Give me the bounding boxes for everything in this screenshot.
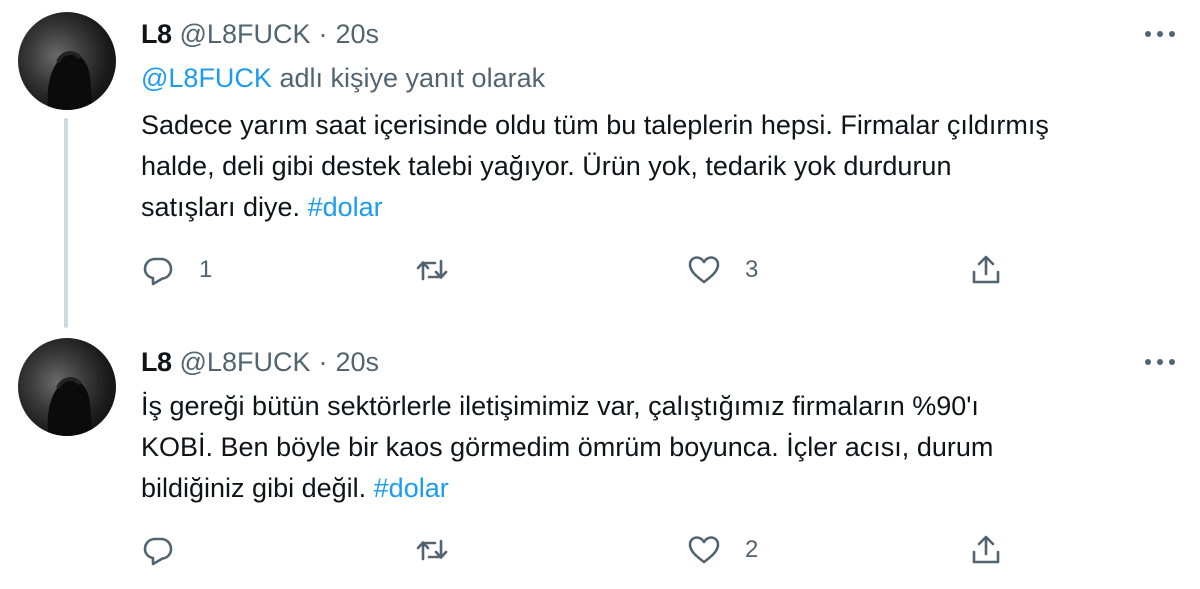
more-icon[interactable]: [1140, 22, 1180, 46]
avatar-image: [47, 51, 94, 110]
reply-icon: [143, 537, 173, 566]
share-icon: [972, 255, 1000, 284]
tweet-text: İş gereği bütün sektörlerle iletişimimiz…: [141, 386, 1180, 509]
timestamp[interactable]: 20s: [335, 342, 379, 382]
user-handle[interactable]: @L8FUCK: [180, 342, 311, 382]
reply-to-label: adlı kişiye yanıt olarak: [279, 63, 546, 93]
share-button[interactable]: [969, 250, 1003, 290]
tweet-text-line-text: bildiğiniz gibi değil.: [141, 473, 367, 503]
tweet-content: L8 @L8FUCK · 20s @L8FUCK adlı kişiye yan…: [141, 14, 1180, 228]
tweet-text-line-text: satışları diye.: [141, 192, 301, 222]
display-name[interactable]: L8: [141, 14, 172, 54]
reply-icon: [143, 257, 173, 286]
tweet-text-line: halde, deli gibi destek talebi yağıyor. …: [141, 151, 952, 181]
like-count: 3: [745, 256, 759, 283]
thread-connector-line: [64, 118, 68, 328]
retweet-icon: [416, 259, 448, 281]
avatar[interactable]: [18, 12, 116, 110]
hashtag-link[interactable]: #dolar: [374, 473, 449, 503]
heart-icon: [688, 256, 720, 284]
replying-to-line: @L8FUCK adlı kişiye yanıt olarak: [141, 58, 1180, 98]
tweet-header: L8 @L8FUCK · 20s: [141, 342, 1180, 382]
reply-button[interactable]: 1: [141, 250, 212, 290]
tweet[interactable]: L8 @L8FUCK · 20s @L8FUCK adlı kişiye yan…: [0, 0, 1200, 330]
retweet-button[interactable]: [415, 250, 473, 290]
tweet-content: L8 @L8FUCK · 20s İş gereği bütün sektörl…: [141, 342, 1180, 509]
tweet-text-line-last: satışları diye. #dolar: [141, 187, 1180, 228]
separator-dot: ·: [318, 347, 328, 377]
hashtag-link[interactable]: #dolar: [308, 192, 383, 222]
tweet-text-line: KOBİ. Ben böyle bir kaos görmedim ömrüm …: [141, 432, 994, 462]
avatar-image: [47, 377, 94, 436]
tweet-actions: 2: [141, 530, 1021, 570]
share-icon: [972, 535, 1000, 564]
more-icon[interactable]: [1140, 350, 1180, 374]
user-handle[interactable]: @L8FUCK: [180, 14, 311, 54]
retweet-icon: [416, 539, 448, 561]
timestamp[interactable]: 20s: [335, 14, 379, 54]
like-button[interactable]: 2: [687, 530, 758, 570]
separator-dot: ·: [318, 19, 328, 49]
tweet-text-line-last: bildiğiniz gibi değil. #dolar: [141, 468, 1180, 509]
tweet-text-line: Sadece yarım saat içerisinde oldu tüm bu…: [141, 110, 1049, 140]
tweet-header: L8 @L8FUCK · 20s: [141, 14, 1180, 54]
tweet[interactable]: L8 @L8FUCK · 20s İş gereği bütün sektörl…: [0, 330, 1200, 589]
retweet-button[interactable]: [415, 530, 473, 570]
like-count: 2: [745, 536, 759, 563]
tweet-actions: 1 3: [141, 250, 1021, 290]
reply-button[interactable]: [141, 530, 199, 570]
heart-icon: [688, 536, 720, 564]
share-button[interactable]: [969, 530, 1003, 570]
reply-count: 1: [199, 256, 213, 283]
tweet-text: Sadece yarım saat içerisinde oldu tüm bu…: [141, 105, 1180, 228]
avatar[interactable]: [18, 338, 116, 436]
display-name[interactable]: L8: [141, 342, 172, 382]
tweet-text-line: İş gereği bütün sektörlerle iletişimimiz…: [141, 391, 979, 421]
like-button[interactable]: 3: [687, 250, 758, 290]
reply-mention-link[interactable]: @L8FUCK: [141, 63, 272, 93]
